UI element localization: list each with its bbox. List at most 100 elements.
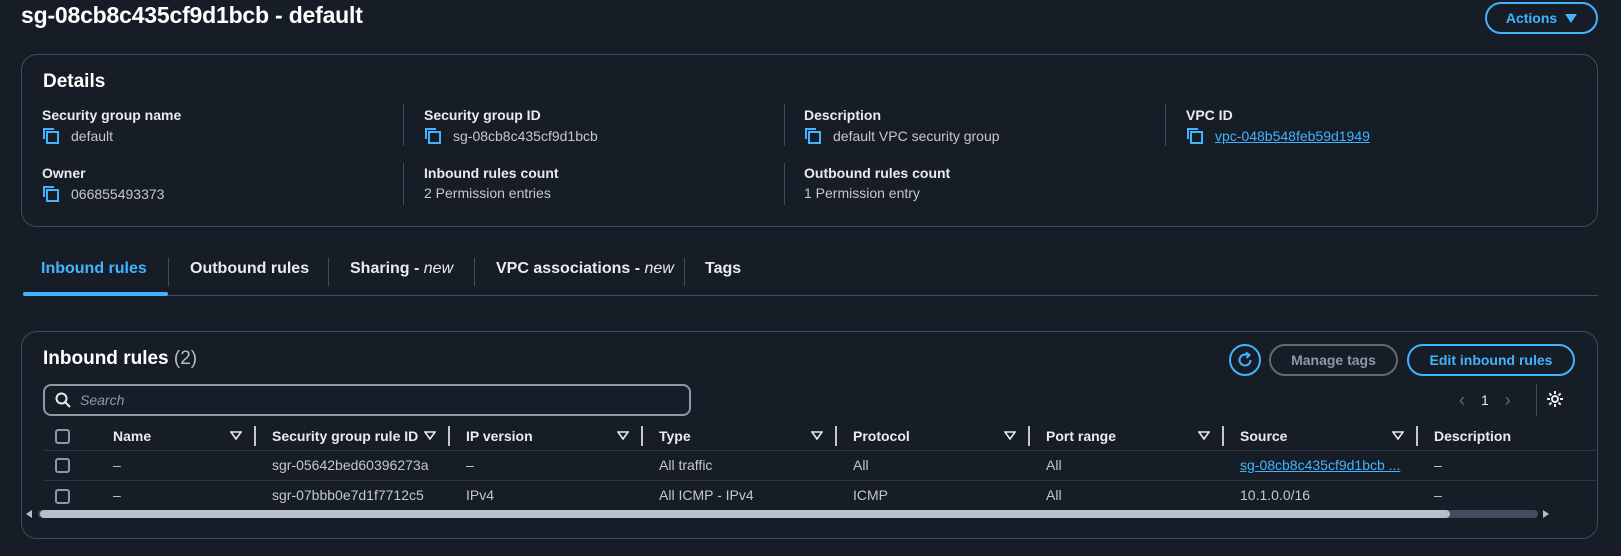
field-vpc-id: VPC ID vpc-048b548feb59d1949 — [1186, 107, 1370, 145]
table-row[interactable]: – sgr-07bbb0e7d1f7712c5 IPv4 All ICMP - … — [43, 479, 1597, 510]
gear-icon[interactable] — [1546, 390, 1564, 408]
refresh-icon — [1238, 351, 1252, 367]
cell-type: All ICMP - IPv4 — [643, 479, 837, 510]
field-outbound-count: Outbound rules count 1 Permission entry — [804, 165, 950, 201]
field-inbound-count: Inbound rules count 2 Permission entries — [424, 165, 559, 201]
caret-down-icon — [1565, 13, 1578, 23]
chevron-left-icon[interactable]: ‹ — [1459, 390, 1465, 411]
page-number[interactable]: 1 — [1481, 392, 1489, 408]
field-value: sg-08cb8c435cf9d1bcb — [453, 128, 598, 144]
scroll-right-icon[interactable] — [1543, 510, 1549, 518]
column-divider — [403, 104, 404, 146]
column-header-port-range[interactable]: Port range — [1030, 422, 1224, 450]
details-panel: Details Security group name default Secu… — [21, 54, 1598, 227]
field-value: default — [71, 128, 114, 144]
inbound-rules-panel: Inbound rules (2) Manage tags Edit inbou… — [21, 331, 1598, 539]
select-all-checkbox[interactable] — [55, 429, 70, 445]
cell-ip-version: – — [450, 449, 643, 480]
row-checkbox[interactable] — [55, 458, 70, 474]
cell-ip-version: IPv4 — [450, 479, 643, 510]
cell-type: All traffic — [643, 449, 837, 480]
column-divider — [1165, 104, 1166, 146]
field-owner: Owner 066855493373 — [42, 165, 164, 203]
tab-tags[interactable]: Tags — [705, 260, 741, 278]
cell-rule-id: sgr-07bbb0e7d1f7712c5 — [256, 479, 450, 510]
cell-name: – — [81, 479, 256, 510]
tab-sharing[interactable]: Sharing - new — [350, 260, 453, 278]
sort-caret-icon — [1004, 431, 1016, 441]
field-label: Security group ID — [424, 107, 541, 123]
column-header-description[interactable]: Description — [1418, 422, 1597, 450]
field-sg-name: Security group name default — [42, 107, 181, 145]
sort-caret-icon — [617, 431, 629, 441]
sort-caret-icon — [424, 431, 436, 441]
column-header-name[interactable]: Name — [81, 422, 256, 450]
inbound-rules-table: Name Security group rule ID IP version T… — [43, 422, 1597, 510]
field-label: VPC ID — [1186, 107, 1233, 123]
column-divider — [784, 163, 785, 205]
table-row[interactable]: – sgr-05642bed60396273a – All traffic Al… — [43, 449, 1597, 480]
rules-count: (2) — [173, 348, 198, 369]
pagination: ‹ 1 › — [1459, 388, 1511, 412]
copy-icon[interactable] — [1186, 127, 1204, 145]
column-header-ip-version[interactable]: IP version — [450, 422, 643, 450]
inbound-rules-title: Inbound rules (2) — [43, 348, 198, 369]
scroll-thumb[interactable] — [40, 510, 1450, 518]
search-icon — [55, 392, 71, 408]
cell-description: – — [1418, 479, 1597, 510]
cell-description: – — [1418, 449, 1597, 480]
field-value: 1 Permission entry — [804, 185, 920, 201]
cell-rule-id: sgr-05642bed60396273a — [256, 449, 450, 480]
copy-icon[interactable] — [42, 185, 60, 203]
sort-caret-icon — [1392, 431, 1404, 441]
actions-button[interactable]: Actions — [1485, 2, 1598, 34]
page-title: sg-08cb8c435cf9d1bcb - default — [21, 2, 363, 28]
tab-separator — [684, 258, 685, 286]
field-label: Outbound rules count — [804, 165, 951, 181]
column-header-rule-id[interactable]: Security group rule ID — [256, 422, 450, 450]
tab-separator — [328, 258, 329, 286]
tab-separator — [168, 258, 169, 286]
refresh-button[interactable] — [1229, 344, 1261, 376]
sort-caret-icon — [230, 431, 242, 441]
column-divider — [784, 104, 785, 146]
tab-separator — [474, 258, 475, 286]
tab-bar: Inbound rules Outbound rules Sharing - n… — [23, 248, 1598, 296]
table-header-row: Name Security group rule ID IP version T… — [43, 422, 1597, 450]
tab-vpc-associations[interactable]: VPC associations - new — [496, 260, 674, 278]
cell-port-range: All — [1030, 479, 1224, 510]
edit-inbound-rules-button[interactable]: Edit inbound rules — [1407, 344, 1575, 376]
search-placeholder: Search — [80, 392, 125, 408]
field-label: Inbound rules count — [424, 165, 559, 181]
cell-source: 10.1.0.0/16 — [1224, 479, 1418, 510]
cell-protocol: ICMP — [837, 479, 1030, 510]
vpc-id-link[interactable]: vpc-048b548feb59d1949 — [1215, 128, 1370, 144]
copy-icon[interactable] — [424, 127, 442, 145]
field-label: Owner — [42, 165, 86, 181]
tab-inbound-rules[interactable]: Inbound rules — [41, 260, 147, 278]
copy-icon[interactable] — [42, 127, 60, 145]
field-label: Description — [804, 107, 882, 123]
search-input[interactable]: Search — [43, 384, 691, 416]
horizontal-scrollbar[interactable] — [22, 508, 1597, 520]
manage-tags-button[interactable]: Manage tags — [1269, 344, 1398, 376]
source-sg-link[interactable]: sg-08cb8c435cf9d1bcb ... — [1240, 457, 1400, 473]
field-label: Security group name — [42, 107, 182, 123]
details-title: Details — [43, 71, 106, 92]
field-value: default VPC security group — [833, 128, 1000, 144]
column-header-source[interactable]: Source — [1224, 422, 1418, 450]
field-description: Description default VPC security group — [804, 107, 1000, 145]
copy-icon[interactable] — [804, 127, 822, 145]
chevron-right-icon[interactable]: › — [1505, 390, 1511, 411]
cell-port-range: All — [1030, 449, 1224, 480]
scroll-left-icon[interactable] — [26, 510, 32, 518]
column-header-type[interactable]: Type — [643, 422, 837, 450]
sort-caret-icon — [1198, 431, 1210, 441]
row-checkbox[interactable] — [55, 488, 70, 504]
field-value: 2 Permission entries — [424, 185, 551, 201]
cell-name: – — [81, 449, 256, 480]
cell-protocol: All — [837, 449, 1030, 480]
column-divider — [403, 163, 404, 205]
tab-outbound-rules[interactable]: Outbound rules — [190, 260, 309, 278]
column-header-protocol[interactable]: Protocol — [837, 422, 1030, 450]
